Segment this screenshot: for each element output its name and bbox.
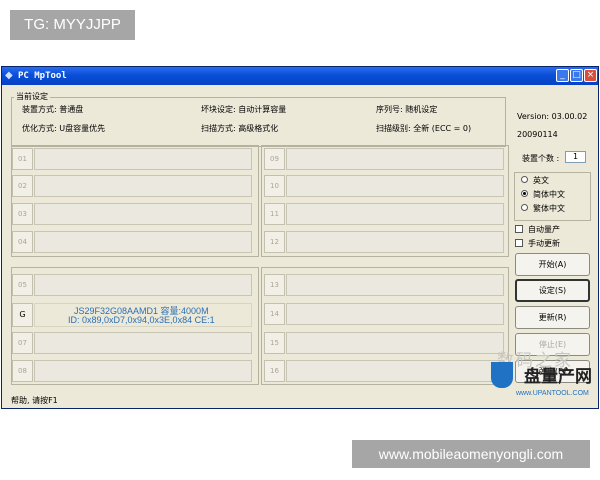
slot-button[interactable]: 15 [264,332,285,354]
close-button[interactable]: × [584,69,597,82]
slot-status-field [34,360,252,382]
slot-10[interactable]: 10 [264,175,504,197]
slot-status-field [34,148,252,170]
slot-14[interactable]: 14 [264,303,504,325]
slot-status-field [286,203,504,225]
scan-level-text: 扫描级别: 全新 (ECC = 0) [376,124,472,133]
channel-tag: TG: MYYJJPP [10,10,135,40]
slot-07[interactable]: 07 [12,332,252,354]
auto-mp-label[interactable]: 自动量产 [528,224,560,235]
slot-button[interactable]: 07 [12,332,33,354]
slot-status-field [34,231,252,253]
window-title: PC MpTool [18,71,67,81]
current-settings-title: 当前设定 [14,91,50,102]
mptool-window: ◆ PC MpTool _ □ × 当前设定 装置方式: 普通盘 坏块设定: 自… [1,66,599,409]
slot-button[interactable]: 12 [264,231,285,253]
scan-mode-text: 扫描方式: 高级格式化 [201,124,279,133]
slot-01[interactable]: 01 [12,148,252,170]
slot-button[interactable]: 04 [12,231,33,253]
slot-status-field [34,203,252,225]
bad-block-text: 坏块设定: 自动计算容量 [201,105,287,114]
device-mode-text: 装置方式: 普通盘 [22,105,84,114]
slot-status-field [34,175,252,197]
manual-update-checkbox[interactable] [515,239,523,247]
slot-status-field [286,148,504,170]
manual-update-label[interactable]: 手动更新 [528,238,560,249]
date-text: 20090114 [517,130,558,139]
slot-status-field [34,274,252,296]
slot-status-field [286,303,504,325]
upantool-logo: 数码之家 盘量产网 www.UPANTOOL.COM [491,351,600,404]
maximize-button[interactable]: □ [570,69,583,82]
slot-09[interactable]: 09 [264,148,504,170]
app-icon: ◆ [5,70,13,81]
slot-button[interactable]: 10 [264,175,285,197]
slot-status-field [286,274,504,296]
slot-status-field [286,175,504,197]
slot-button[interactable]: 03 [12,203,33,225]
language-simplified-radio[interactable] [521,190,528,197]
slot-status-field [286,360,504,382]
slot-button[interactable]: 08 [12,360,33,382]
start-button[interactable]: 开始(A) [515,253,590,276]
slot-04[interactable]: 04 [12,231,252,253]
slot-02[interactable]: 02 [12,175,252,197]
title-bar[interactable]: ◆ PC MpTool _ □ × [2,67,598,85]
u-disk-icon [491,362,513,388]
slot-status-field [286,332,504,354]
optimize-text: 优化方式: U盘容量优先 [22,124,106,133]
slot-status-field [34,332,252,354]
language-traditional-radio[interactable] [521,204,528,211]
version-text: Version: 03.00.02 [517,112,588,121]
settings-button[interactable]: 设定(S) [515,279,590,302]
slot-button[interactable]: 13 [264,274,285,296]
slot-15[interactable]: 15 [264,332,504,354]
slot-button[interactable]: 16 [264,360,285,382]
minimize-button[interactable]: _ [556,69,569,82]
language-traditional-label[interactable]: 繁体中文 [533,203,565,214]
slot-button[interactable]: 14 [264,303,285,325]
status-help-text: 帮助, 请按F1 [11,396,58,405]
slot-08[interactable]: 08 [12,360,252,382]
update-button[interactable]: 更新(R) [515,306,590,329]
auto-mp-checkbox[interactable] [515,225,523,233]
slot-05[interactable]: 05 [12,274,252,296]
slot-button[interactable]: 01 [12,148,33,170]
device-count-label: 装置个数 : [522,154,560,163]
device-count-field[interactable]: 1 [565,151,586,163]
language-simplified-label[interactable]: 简体中文 [533,189,565,200]
logo-url-text: www.UPANTOOL.COM [516,390,589,397]
slot-button[interactable]: 09 [264,148,285,170]
slot-status-field [286,231,504,253]
site-watermark: www.mobileaomenyongli.com [352,440,590,468]
language-english-label[interactable]: 英文 [533,175,549,186]
logo-brand-text: 盘量产网 [524,367,592,387]
language-english-radio[interactable] [521,176,528,183]
slot-button[interactable]: 11 [264,203,285,225]
slot-03[interactable]: 03 [12,203,252,225]
serial-text: 序列号: 随机设定 [376,105,438,114]
chip-id-text: ID: 0x89,0xD7,0x94,0x3E,0x84 CE:1 [68,315,215,325]
slot-12[interactable]: 12 [264,231,504,253]
slot-button[interactable]: G [12,303,33,327]
slot-16[interactable]: 16 [264,360,504,382]
slot-13[interactable]: 13 [264,274,504,296]
slot-button[interactable]: 05 [12,274,33,296]
slot-11[interactable]: 11 [264,203,504,225]
slot-button[interactable]: 02 [12,175,33,197]
